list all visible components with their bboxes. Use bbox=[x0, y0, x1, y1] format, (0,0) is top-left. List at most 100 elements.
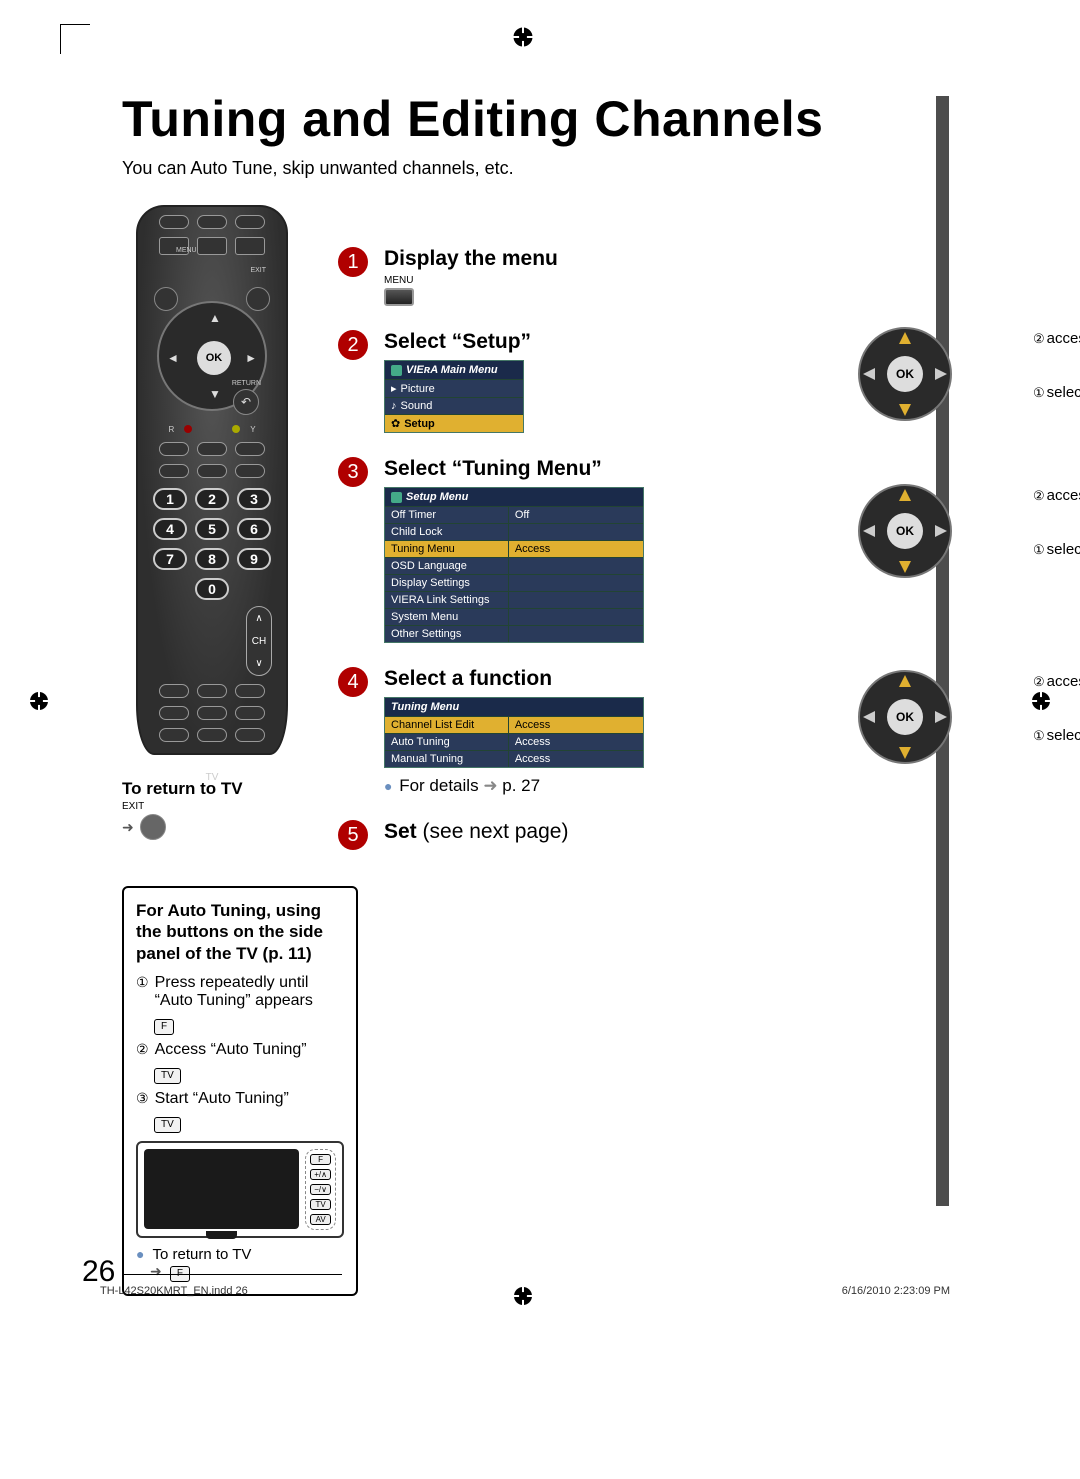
setup-display-settings: Display Settings bbox=[385, 575, 509, 591]
remote-y-label: Y bbox=[250, 425, 255, 434]
page-title: Tuning and Editing Channels bbox=[122, 90, 925, 148]
remote-digit-5: 5 bbox=[195, 518, 229, 540]
sidebox-step1-num: ① bbox=[136, 974, 149, 1010]
access-num: ② bbox=[1033, 331, 1045, 346]
remote-exit-label: EXIT bbox=[250, 267, 266, 274]
step5-title: Set (see next page) bbox=[384, 820, 925, 844]
select-num: ① bbox=[1033, 728, 1045, 743]
step2-title: Select “Setup” bbox=[384, 330, 925, 354]
remote-return-label: RETURN bbox=[232, 380, 261, 387]
osd-title-tuning: Tuning Menu bbox=[391, 701, 459, 713]
remote-brand: Panasonic bbox=[138, 756, 286, 770]
arrow-icon: ➜ bbox=[483, 776, 502, 795]
sidebox-step2-text: Access “Auto Tuning” bbox=[155, 1041, 307, 1059]
remote-tv-label: TV bbox=[138, 772, 286, 783]
menu-setup: Setup bbox=[404, 418, 435, 430]
tuning-manual-tuning: Manual Tuning bbox=[385, 751, 509, 767]
select-num: ① bbox=[1033, 385, 1045, 400]
tuning-cle-val: Access bbox=[509, 717, 643, 733]
panel-btn-f: F bbox=[310, 1154, 331, 1165]
remote-illustration: MENU EXIT ▲▼ ◄► OK RETURN ↶ R bbox=[136, 205, 288, 755]
tuning-menu-osd: Tuning Menu Channel List EditAccess Auto… bbox=[384, 697, 644, 768]
sidebox-title: For Auto Tuning, using the buttons on th… bbox=[136, 900, 344, 964]
step4-note-page: p. 27 bbox=[502, 776, 540, 795]
tuning-auto-val: Access bbox=[509, 734, 643, 750]
panel-btn-up: +/∧ bbox=[310, 1169, 331, 1180]
registration-mark-right bbox=[1028, 688, 1054, 714]
dpad-ok-label: OK bbox=[896, 367, 914, 381]
step1-menu-label: MENU bbox=[384, 275, 925, 286]
remote-digit-6: 6 bbox=[237, 518, 271, 540]
remote-digit-4: 4 bbox=[153, 518, 187, 540]
bullet-icon: ● bbox=[136, 1246, 144, 1262]
dpad-select-label: select bbox=[1047, 384, 1080, 401]
dpad-access-label: access bbox=[1047, 673, 1080, 690]
return-to-tv-exit-label: EXIT bbox=[122, 801, 302, 812]
dpad-select-label: select bbox=[1047, 541, 1080, 558]
setup-viera-link: VIERA Link Settings bbox=[385, 592, 509, 608]
footer-file: TH-L42S20KMRT_EN.indd 26 bbox=[100, 1285, 248, 1297]
remote-digit-8: 8 bbox=[195, 548, 229, 570]
step-number-2: 2 bbox=[338, 330, 368, 360]
sidebox-step3-text: Start “Auto Tuning” bbox=[155, 1090, 289, 1108]
setup-osd-lang: OSD Language bbox=[385, 558, 509, 574]
tuning-auto-tuning: Auto Tuning bbox=[385, 734, 509, 750]
remote-digit-7: 7 bbox=[153, 548, 187, 570]
auto-tuning-side-panel-box: For Auto Tuning, using the buttons on th… bbox=[122, 886, 358, 1296]
registration-mark-top bbox=[510, 24, 536, 50]
page-number-rule bbox=[122, 1274, 342, 1275]
menu-sound: Sound bbox=[401, 400, 433, 412]
setup-tuning-menu-val: Access bbox=[509, 541, 643, 557]
remote-ch-label: CH bbox=[252, 636, 266, 647]
footer-timestamp: 6/16/2010 2:23:09 PM bbox=[842, 1285, 950, 1297]
step4-note-prefix: For details bbox=[399, 776, 478, 795]
step5-title-rest: (see next page) bbox=[417, 820, 569, 843]
intro-text: You can Auto Tune, skip unwanted channel… bbox=[122, 158, 925, 179]
step3-title: Select “Tuning Menu” bbox=[384, 457, 925, 481]
sidebox-btn-f-1: F bbox=[154, 1019, 174, 1035]
dpad-illustration: OK bbox=[855, 667, 955, 767]
tuning-channel-list-edit: Channel List Edit bbox=[385, 717, 509, 733]
panel-btn-av: AV bbox=[310, 1214, 331, 1225]
tuning-manual-val: Access bbox=[509, 751, 643, 767]
tv-side-panel-illustration: F +/∧ −/∨ TV AV bbox=[136, 1141, 344, 1238]
remote-dpad: ▲▼ ◄► OK RETURN ↶ bbox=[157, 301, 267, 411]
remote-r-label: R bbox=[168, 425, 174, 434]
setup-off-timer: Off Timer bbox=[385, 507, 509, 523]
main-menu-osd: VIEʀA Main Menu ▸Picture ♪Sound ✿Setup bbox=[384, 360, 524, 433]
sidebox-step1-text: Press repeatedly until “Auto Tuning” app… bbox=[155, 974, 344, 1010]
remote-digit-2: 2 bbox=[195, 488, 229, 510]
step-number-5: 5 bbox=[338, 820, 368, 850]
remote-digit-0: 0 bbox=[195, 578, 229, 600]
step-number-1: 1 bbox=[338, 247, 368, 277]
panel-btn-tv: TV bbox=[310, 1199, 331, 1210]
remote-digit-1: 1 bbox=[153, 488, 187, 510]
sidebox-btn-tv-1: TV bbox=[154, 1068, 181, 1084]
remote-return-button: ↶ bbox=[233, 389, 259, 415]
setup-off-timer-val: Off bbox=[509, 507, 643, 523]
setup-menu-osd: Setup Menu Off TimerOff Child Lock Tunin… bbox=[384, 487, 644, 643]
svg-text:OK: OK bbox=[896, 524, 914, 538]
setup-other-settings: Other Settings bbox=[385, 626, 509, 642]
menu-button-icon bbox=[384, 288, 414, 306]
step4-title: Select a function bbox=[384, 667, 925, 691]
dpad-select-label: select bbox=[1047, 727, 1080, 744]
menu-picture: Picture bbox=[401, 383, 435, 395]
access-num: ② bbox=[1033, 674, 1045, 689]
osd-title: VIEʀA Main Menu bbox=[406, 364, 498, 376]
dpad-illustration: OK bbox=[855, 481, 955, 581]
sidebox-return-text: To return to TV bbox=[152, 1246, 251, 1263]
arrow-icon: ➜ bbox=[122, 819, 134, 836]
step-number-3: 3 bbox=[338, 457, 368, 487]
remote-menu-label: MENU bbox=[176, 247, 197, 254]
dpad-access-label: access bbox=[1047, 330, 1080, 347]
setup-system-menu: System Menu bbox=[385, 609, 509, 625]
svg-text:OK: OK bbox=[896, 710, 914, 724]
select-num: ① bbox=[1033, 542, 1045, 557]
page-number: 26 bbox=[82, 1255, 115, 1289]
step1-title: Display the menu bbox=[384, 247, 925, 271]
registration-mark-left bbox=[26, 688, 52, 714]
exit-button-icon bbox=[140, 814, 166, 840]
access-num: ② bbox=[1033, 488, 1045, 503]
setup-child-lock: Child Lock bbox=[385, 524, 509, 540]
